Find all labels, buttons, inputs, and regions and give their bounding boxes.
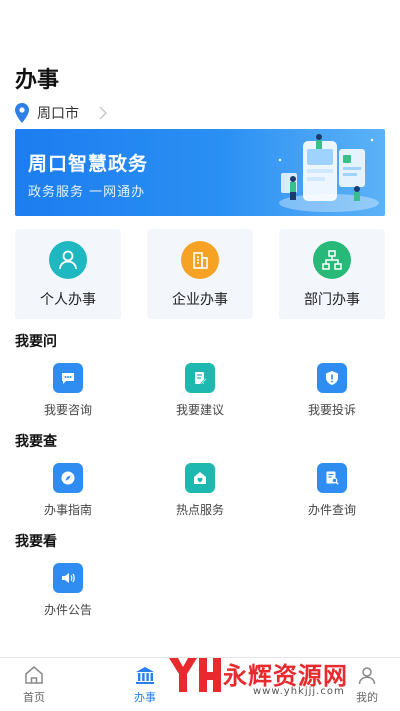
tab-mine[interactable]: 我的 [327,658,400,711]
service-label: 办件查询 [307,503,356,517]
service-label: 我要投诉 [307,403,356,417]
chat-icon [53,363,83,393]
banner-subtitle: 政务服务 一网通办 [28,185,146,200]
banner[interactable]: 周口智慧政务 政务服务 一网通办 [15,129,385,216]
home-icon [25,666,43,684]
tab-label: 我的 [356,691,378,704]
bottom-tab-bar: 首页 办事 我的 [0,657,400,711]
page-title: 办事 [15,68,60,93]
service-complain[interactable]: 我要投诉 [282,363,382,418]
section-title-view: 我要看 [15,534,57,550]
service-label: 热点服务 [175,503,224,517]
service-label: 我要建议 [175,403,224,417]
card-enterprise[interactable]: 企业办事 [147,229,253,319]
home-heart-icon [185,463,215,493]
tab-services[interactable]: 办事 [105,658,185,711]
banner-illustration-icon [278,134,379,212]
section-title-ask: 我要问 [15,334,57,350]
service-guide[interactable]: 办事指南 [18,463,118,518]
card-label: 企业办事 [172,292,228,308]
card-label: 个人办事 [40,292,96,308]
service-query[interactable]: 办件查询 [282,463,382,518]
government-building-icon [136,667,154,684]
doc-search-icon [317,463,347,493]
person-icon [49,241,87,279]
city-label: 周口市 [37,106,79,122]
service-consult[interactable]: 我要咨询 [18,363,118,418]
location-pin-icon [15,103,29,123]
banner-title: 周口智慧政务 [28,153,149,175]
org-chart-icon [313,241,351,279]
category-cards: 个人办事 企业办事 部门办事 [15,229,385,319]
service-hot[interactable]: 热点服务 [150,463,250,518]
compass-icon [53,463,83,493]
location-selector[interactable]: 周口市 [15,103,109,123]
tab-label: 办事 [134,691,156,704]
building-icon [181,241,219,279]
card-label: 部门办事 [304,292,360,308]
service-notice[interactable]: 办件公告 [18,563,118,618]
user-icon [358,667,376,685]
section-title-search: 我要查 [15,434,57,450]
card-personal[interactable]: 个人办事 [15,229,121,319]
edit-doc-icon [185,363,215,393]
chevron-right-icon [99,106,108,120]
speaker-icon [53,563,83,593]
service-label: 办事指南 [43,503,92,517]
tab-label: 首页 [23,691,45,704]
service-label: 办件公告 [43,603,92,617]
service-suggest[interactable]: 我要建议 [150,363,250,418]
service-label: 我要咨询 [43,403,92,417]
tab-home[interactable]: 首页 [0,658,74,711]
card-department[interactable]: 部门办事 [279,229,385,319]
shield-alert-icon [317,363,347,393]
